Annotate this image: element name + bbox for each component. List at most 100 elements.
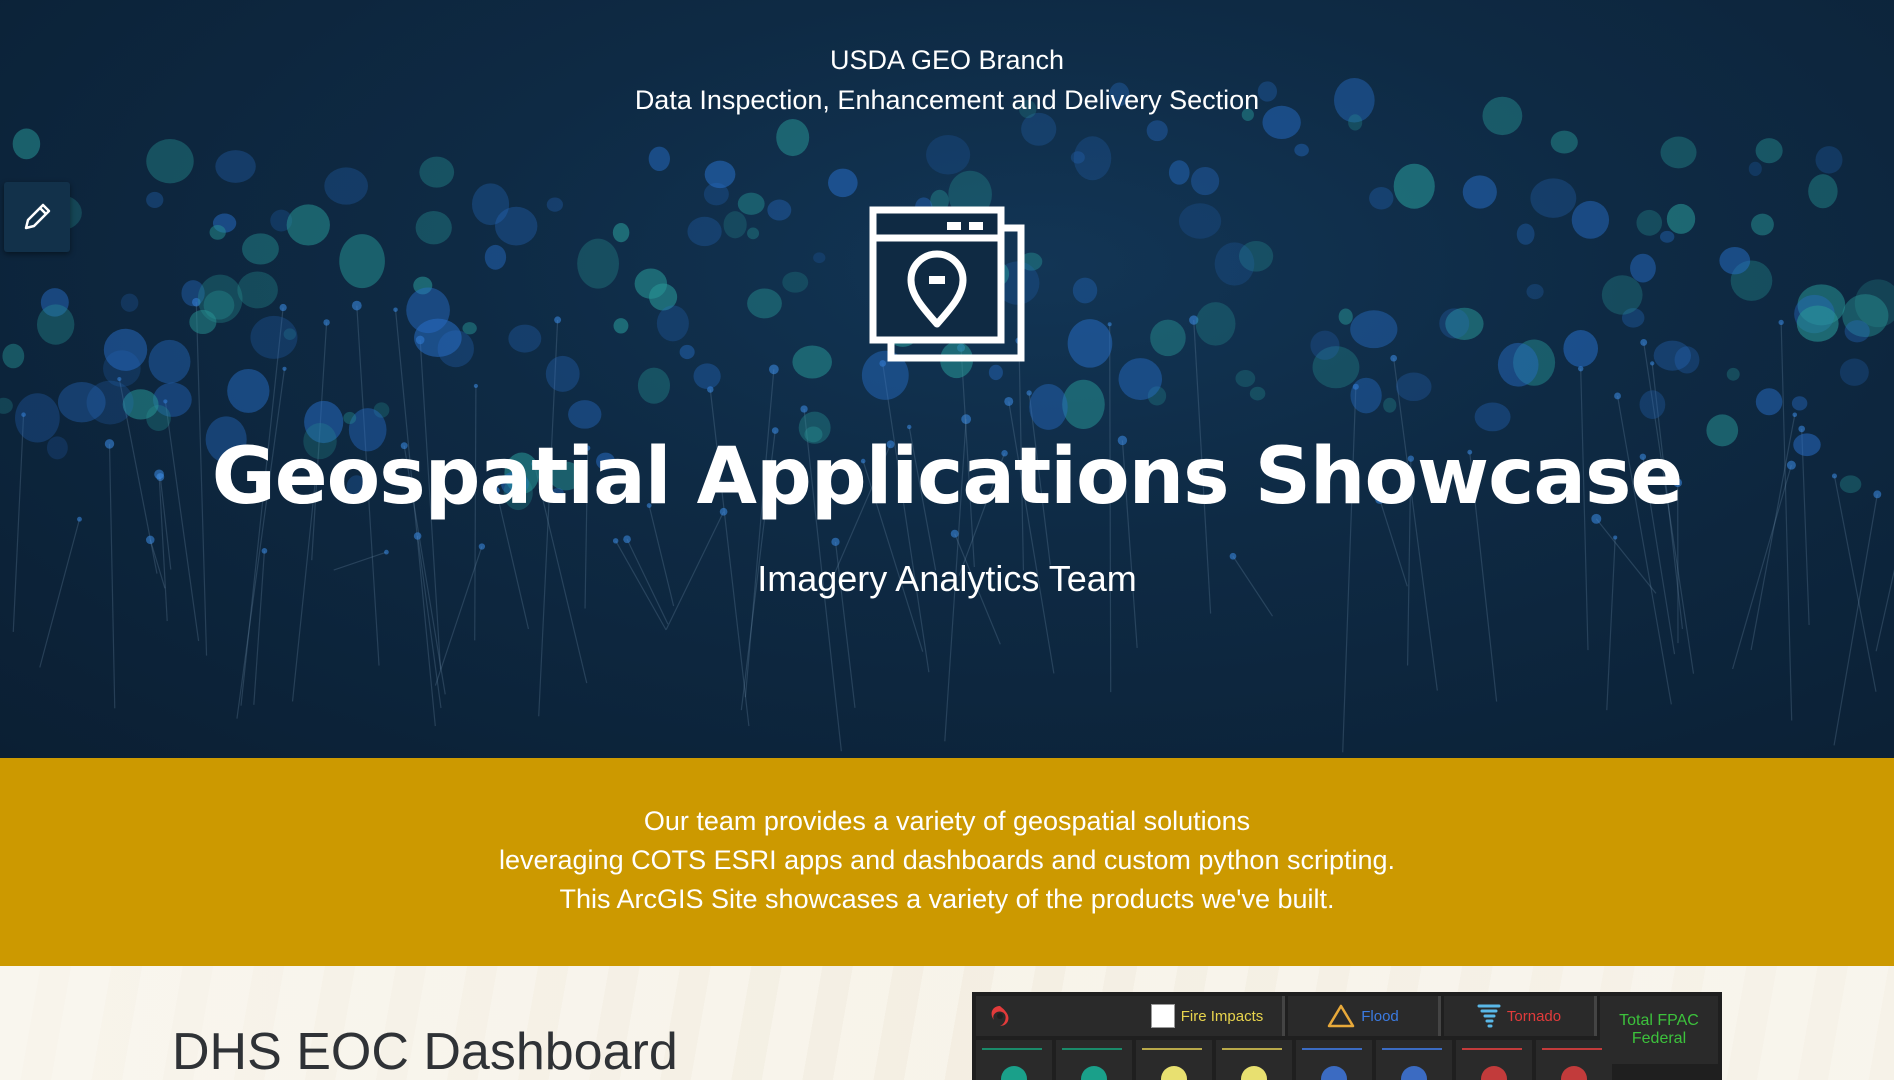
- bokeh-dot: [1844, 320, 1870, 343]
- org-line-1: USDA GEO Branch: [829, 45, 1065, 75]
- bokeh-dot: [1350, 310, 1398, 349]
- bokeh-dot: [1310, 330, 1340, 360]
- bokeh-dot: [1195, 302, 1236, 346]
- bokeh-dot: [1072, 277, 1098, 304]
- fiber-tip: [800, 405, 808, 413]
- fiber-tip: [473, 383, 478, 389]
- fiber-tip: [612, 538, 619, 544]
- bokeh-dot: [813, 252, 826, 264]
- bokeh-dot: [612, 222, 630, 243]
- bokeh-dot: [1214, 242, 1255, 286]
- bokeh-dot: [776, 118, 810, 157]
- intro-line-3: This ArcGIS Site showcases a variety of …: [559, 884, 1335, 914]
- fiber-tip: [393, 307, 398, 312]
- dashboard-tab-flood: Flood: [1288, 996, 1441, 1036]
- bokeh-dot: [1666, 203, 1696, 234]
- bokeh-dot: [86, 380, 134, 425]
- bokeh-dot: [1294, 143, 1309, 157]
- bokeh-dot: [1639, 390, 1666, 419]
- page-subtitle: Imagery Analytics Team: [757, 558, 1137, 599]
- bokeh-dot: [577, 238, 620, 289]
- bokeh-dot: [693, 363, 721, 389]
- bokeh-dot: [926, 135, 971, 175]
- bokeh-dot: [1530, 178, 1577, 218]
- bokeh-dot: [146, 191, 164, 208]
- bokeh-dot: [1395, 372, 1432, 402]
- bokeh-dot: [148, 339, 191, 384]
- bokeh-dot: [484, 244, 507, 270]
- fiber-tip: [768, 364, 779, 375]
- bokeh-dot: [237, 271, 278, 309]
- bokeh-dot: [988, 364, 1003, 381]
- bokeh-dot: [747, 227, 760, 240]
- page-title: Geospatial Applications Showcase: [211, 432, 1684, 522]
- bokeh-dot: [0, 397, 13, 414]
- dashboard-preview-image[interactable]: Fire Impacts Flood Tornado Total FPAC Fe…: [972, 992, 1722, 1080]
- bokeh-dot: [324, 167, 369, 205]
- tab-label-tornado: Tornado: [1506, 1007, 1562, 1025]
- bokeh-dot: [703, 182, 729, 206]
- fiber-tip: [1778, 319, 1784, 326]
- bokeh-dot: [508, 324, 542, 353]
- bokeh-dot: [1178, 203, 1222, 239]
- tab-label-flood: Flood: [1361, 1007, 1399, 1025]
- bokeh-dot: [1726, 367, 1740, 381]
- fiber-tip: [279, 303, 287, 312]
- bokeh-dot: [1659, 230, 1675, 243]
- fiber-tip: [146, 535, 155, 545]
- bokeh-dot: [1653, 340, 1692, 371]
- fiber-tip: [323, 319, 330, 326]
- fiber-tip: [1650, 361, 1655, 366]
- bokeh-dot: [792, 345, 832, 379]
- featured-app-title[interactable]: DHS EOC Dashboard: [172, 1022, 678, 1080]
- bokeh-dot: [1791, 396, 1808, 411]
- fiber-tip: [554, 316, 562, 324]
- fiber-strand: [1833, 494, 1878, 746]
- bokeh-dot: [471, 183, 510, 226]
- bokeh-dot: [343, 411, 357, 425]
- bokeh-dot: [1383, 397, 1397, 413]
- fiber-tip: [384, 549, 389, 555]
- bokeh-dot: [1474, 402, 1511, 432]
- bokeh-dot: [1571, 200, 1610, 239]
- dashboard-metric: [1536, 1040, 1612, 1080]
- fiber-tip: [1614, 392, 1621, 400]
- bokeh-dot: [1235, 370, 1256, 388]
- bokeh-dot: [414, 318, 462, 358]
- fiber-tip: [1026, 390, 1032, 396]
- dashboard-metric: [1056, 1040, 1132, 1080]
- broken-image-icon: [1150, 1004, 1175, 1028]
- fiber-tip: [1792, 412, 1798, 417]
- featured-section: DHS EOC Dashboard Fire Impacts Flood Tor…: [0, 966, 1894, 1080]
- tornado-icon: [1477, 1004, 1501, 1028]
- bokeh-dot: [250, 315, 298, 359]
- bokeh-dot: [634, 268, 668, 299]
- fiber-tip: [282, 366, 287, 371]
- bokeh-dot: [687, 216, 722, 247]
- bokeh-dot: [120, 293, 139, 312]
- bokeh-dot: [782, 271, 809, 293]
- pencil-icon: [24, 203, 51, 230]
- fiber-tip: [261, 548, 268, 554]
- web-map-app-icon: [869, 206, 1025, 362]
- dashboard-metric: [1136, 1040, 1212, 1080]
- dashboard-metric: [1296, 1040, 1372, 1080]
- bokeh-dot: [227, 368, 270, 413]
- bokeh-dot: [1815, 146, 1843, 174]
- bokeh-dot: [1839, 358, 1869, 386]
- bokeh-dot: [203, 290, 235, 320]
- bokeh-dot: [1067, 319, 1113, 368]
- edit-button[interactable]: [4, 182, 70, 252]
- fiber-tip: [1004, 396, 1014, 406]
- bokeh-dot: [1062, 379, 1105, 430]
- fiber-strand: [236, 368, 286, 719]
- dashboard-metric: [1216, 1040, 1292, 1080]
- bokeh-dot: [648, 146, 670, 172]
- fiber-tip: [1107, 322, 1112, 327]
- bokeh-dot: [1796, 305, 1839, 342]
- bokeh-dot: [1755, 138, 1783, 164]
- dashboard-tab-total-fpac: Total FPAC Federal: [1600, 996, 1718, 1064]
- bokeh-dot: [747, 288, 782, 319]
- fiber-tip: [478, 543, 486, 550]
- bokeh-dot: [1168, 160, 1190, 185]
